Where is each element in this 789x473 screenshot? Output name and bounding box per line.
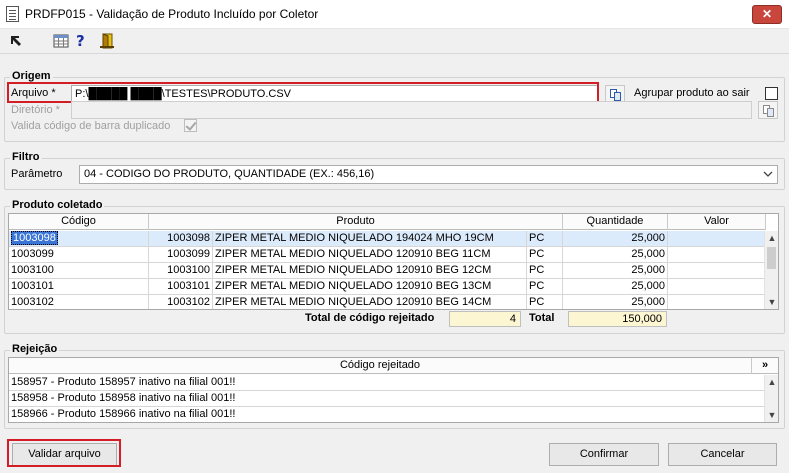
validar-highlight xyxy=(7,439,121,467)
cell-descricao: ZIPER METAL MEDIO NIQUELADO 120910 BEG 1… xyxy=(213,263,527,278)
cell-unidade: PC xyxy=(527,231,563,246)
table-row[interactable]: 1003101 1003101 ZIPER METAL MEDIO NIQUEL… xyxy=(9,279,766,295)
scroll-thumb[interactable] xyxy=(767,247,776,269)
produto-table-header: Código Produto Quantidade Valor xyxy=(9,214,766,230)
cell-numero: 1003100 xyxy=(149,263,213,278)
rejeicao-scrollbar[interactable]: ▲ ▼ xyxy=(764,375,778,422)
toolbar: ? xyxy=(0,29,789,54)
cell-valor xyxy=(668,263,766,278)
diretorio-field xyxy=(71,101,752,119)
origem-title: Origem xyxy=(10,70,53,82)
exit-door-icon[interactable] xyxy=(99,33,115,49)
app-document-icon xyxy=(6,6,19,22)
parametro-label: Parâmetro xyxy=(11,168,63,180)
cell-valor xyxy=(668,231,766,246)
cell-codigo: 1003102 xyxy=(9,295,149,309)
cell-quantidade: 25,000 xyxy=(563,231,668,246)
cell-quantidade: 25,000 xyxy=(563,263,668,278)
list-item[interactable]: 158958 - Produto 158958 inativo na filia… xyxy=(9,391,766,407)
total-label: Total xyxy=(529,312,555,324)
rejeicao-text: 158966 - Produto 158966 inativo na filia… xyxy=(11,408,236,420)
grid-icon[interactable] xyxy=(53,33,69,49)
cell-quantidade: 25,000 xyxy=(563,279,668,294)
diretorio-label: Diretório * xyxy=(11,104,60,116)
col-produto[interactable]: Produto xyxy=(149,214,563,230)
list-item[interactable]: 158966 - Produto 158966 inativo na filia… xyxy=(9,407,766,422)
cell-codigo: 1003100 xyxy=(9,263,149,278)
parametro-value: 04 - CODIGO DO PRODUTO, QUANTIDADE (EX.:… xyxy=(84,168,375,180)
cell-descricao: ZIPER METAL MEDIO NIQUELADO 194024 MHO 1… xyxy=(213,231,527,246)
total-rejeitado-value: 4 xyxy=(449,311,521,327)
col-codigo[interactable]: Código xyxy=(9,214,149,230)
valida-checkbox xyxy=(184,119,197,132)
list-item[interactable]: 158957 - Produto 158957 inativo na filia… xyxy=(9,375,766,391)
cell-valor xyxy=(668,295,766,309)
table-row[interactable]: 1003098 1003098 ZIPER METAL MEDIO NIQUEL… xyxy=(9,231,766,247)
filtro-title: Filtro xyxy=(10,151,42,163)
cell-numero: 1003098 xyxy=(149,231,213,246)
scroll-up-icon[interactable]: ▲ xyxy=(765,231,778,245)
cell-codigo: 1003101 xyxy=(9,279,149,294)
produto-scrollbar[interactable]: ▲ ▼ xyxy=(764,231,778,309)
cell-unidade: PC xyxy=(527,263,563,278)
rejeicao-table-header: Código rejeitado » xyxy=(9,358,778,374)
table-row[interactable]: 1003100 1003100 ZIPER METAL MEDIO NIQUEL… xyxy=(9,263,766,279)
produto-title: Produto coletado xyxy=(10,199,105,211)
cell-descricao: ZIPER METAL MEDIO NIQUELADO 120910 BEG 1… xyxy=(213,247,527,262)
rejeicao-title: Rejeição xyxy=(10,343,60,355)
cell-quantidade: 25,000 xyxy=(563,247,668,262)
help-icon[interactable]: ? xyxy=(76,33,92,49)
rejeicao-text: 158958 - Produto 158958 inativo na filia… xyxy=(11,392,236,404)
cell-numero: 1003099 xyxy=(149,247,213,262)
cell-unidade: PC xyxy=(527,247,563,262)
produto-table: Código Produto Quantidade Valor 1003098 … xyxy=(8,213,779,310)
cell-quantidade: 25,000 xyxy=(563,295,668,309)
title-bar: PRDFP015 - Validação de Produto Incluído… xyxy=(0,0,789,29)
parametro-select[interactable]: 04 - CODIGO DO PRODUTO, QUANTIDADE (EX.:… xyxy=(79,165,778,184)
col-codigo-rejeitado[interactable]: Código rejeitado xyxy=(9,358,752,374)
cell-descricao: ZIPER METAL MEDIO NIQUELADO 120910 BEG 1… xyxy=(213,295,527,309)
cell-valor xyxy=(668,247,766,262)
cell-unidade: PC xyxy=(527,279,563,294)
valida-label: Valida código de barra duplicado xyxy=(11,120,171,132)
arrow-icon[interactable] xyxy=(8,33,24,49)
cancelar-button[interactable]: Cancelar xyxy=(668,443,777,466)
scroll-up-icon[interactable]: ▲ xyxy=(765,375,778,389)
confirmar-button[interactable]: Confirmar xyxy=(549,443,659,466)
rejeicao-text: 158957 - Produto 158957 inativo na filia… xyxy=(11,376,236,388)
scroll-down-icon[interactable]: ▼ xyxy=(765,295,778,309)
agrupar-checkbox[interactable] xyxy=(765,87,778,100)
rejeicao-table: Código rejeitado » 158957 - Produto 1589… xyxy=(8,357,779,423)
cell-valor xyxy=(668,279,766,294)
table-row[interactable]: 1003099 1003099 ZIPER METAL MEDIO NIQUEL… xyxy=(9,247,766,263)
cell-codigo: 1003099 xyxy=(9,247,149,262)
scroll-down-icon[interactable]: ▼ xyxy=(765,408,778,422)
chevron-down-icon xyxy=(763,171,773,177)
agrupar-label: Agrupar produto ao sair xyxy=(634,87,750,99)
browse-directory-button xyxy=(758,101,778,119)
total-value: 150,000 xyxy=(568,311,667,327)
col-quantidade[interactable]: Quantidade xyxy=(563,214,668,230)
total-rejeitado-label: Total de código rejeitado xyxy=(305,312,435,324)
cell-unidade: PC xyxy=(527,295,563,309)
cell-numero: 1003102 xyxy=(149,295,213,309)
table-row[interactable]: 1003102 1003102 ZIPER METAL MEDIO NIQUEL… xyxy=(9,295,766,309)
arquivo-highlight xyxy=(7,82,599,103)
close-button[interactable]: ✕ xyxy=(752,5,782,24)
cell-descricao: ZIPER METAL MEDIO NIQUELADO 120910 BEG 1… xyxy=(213,279,527,294)
cell-numero: 1003101 xyxy=(149,279,213,294)
col-valor[interactable]: Valor xyxy=(668,214,766,230)
window-title: PRDFP015 - Validação de Produto Incluído… xyxy=(25,7,319,21)
cell-codigo[interactable]: 1003098 xyxy=(9,231,149,246)
expand-columns-button[interactable]: » xyxy=(752,358,778,374)
